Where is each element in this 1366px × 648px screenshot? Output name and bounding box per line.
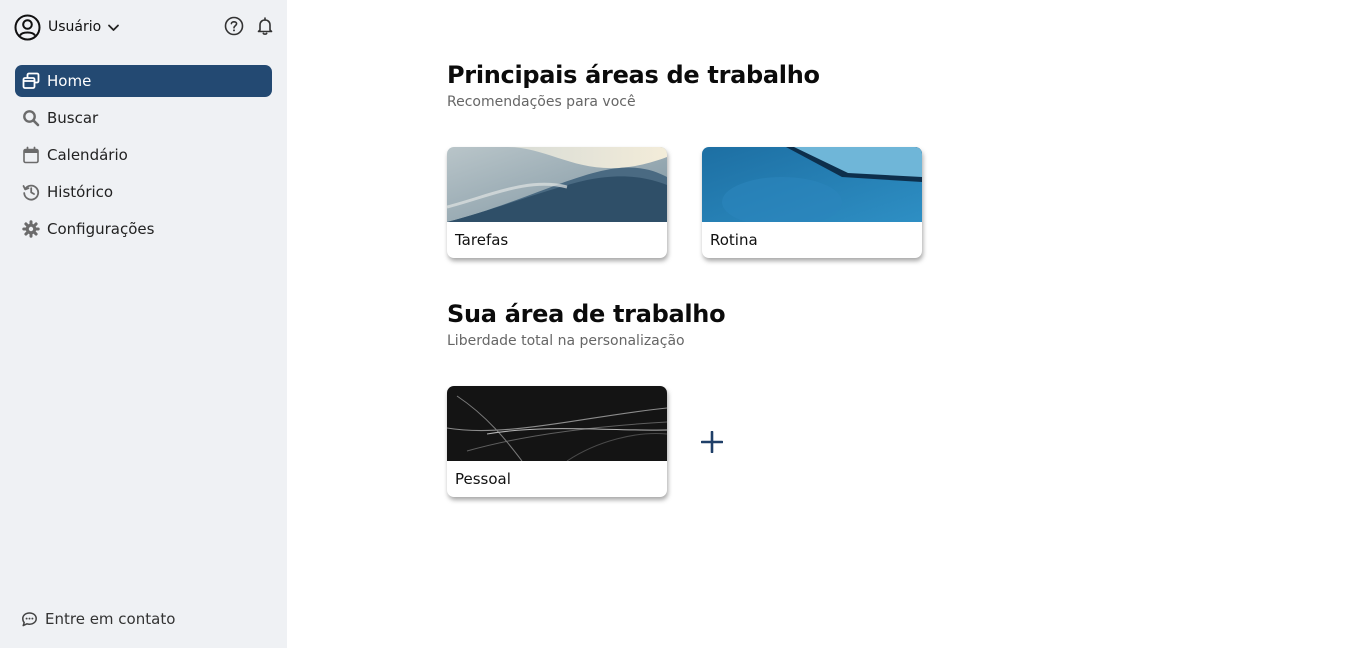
recommended-subtitle: Recomendações para você xyxy=(447,94,636,110)
sidebar-item-label: Home xyxy=(47,72,92,90)
contact-link[interactable]: Entre em contato xyxy=(21,610,175,628)
sidebar-item-buscar[interactable]: Buscar xyxy=(15,102,272,134)
plus-icon xyxy=(700,430,724,457)
workspace-card-label: Pessoal xyxy=(455,470,511,488)
workspace-card-tarefas[interactable]: Tarefas xyxy=(447,147,667,258)
history-icon xyxy=(21,182,41,202)
gear-icon xyxy=(21,219,41,239)
recommended-title: Principais áreas de trabalho xyxy=(447,61,820,89)
sidebar-item-label: Configurações xyxy=(47,220,155,238)
workspace-thumbnail xyxy=(447,147,667,222)
help-circle-icon[interactable] xyxy=(224,16,244,36)
sidebar: Usuário Home Buscar Calendário Histórico… xyxy=(0,0,287,648)
workspace-card-label: Tarefas xyxy=(455,231,509,249)
sidebar-item-label: Histórico xyxy=(47,183,114,201)
workspace-card-label: Rotina xyxy=(710,231,758,249)
add-workspace-button[interactable] xyxy=(699,430,725,458)
workspace-card-rotina[interactable]: Rotina xyxy=(702,147,922,258)
yours-title: Sua área de trabalho xyxy=(447,300,726,328)
workspace-card-pessoal[interactable]: Pessoal xyxy=(447,386,667,497)
workspace-thumbnail xyxy=(702,147,922,222)
user-menu[interactable]: Usuário xyxy=(14,13,120,41)
calendar-icon xyxy=(21,145,41,165)
windows-icon xyxy=(21,71,41,91)
workspace-thumbnail xyxy=(447,386,667,461)
user-circle-icon xyxy=(14,14,41,41)
user-name: Usuário xyxy=(48,19,102,35)
search-icon xyxy=(21,108,41,128)
main-content: Principais áreas de trabalho Recomendaçõ… xyxy=(287,0,1366,648)
bell-icon[interactable] xyxy=(255,16,275,36)
sidebar-item-historico[interactable]: Histórico xyxy=(15,176,272,208)
sidebar-item-calendario[interactable]: Calendário xyxy=(15,139,272,171)
sidebar-item-label: Calendário xyxy=(47,146,128,164)
yours-subtitle: Liberdade total na personalização xyxy=(447,333,685,349)
sidebar-nav: Home Buscar Calendário Histórico Configu… xyxy=(15,65,272,250)
chevron-down-icon xyxy=(107,21,120,34)
contact-label: Entre em contato xyxy=(45,610,176,628)
sidebar-item-home[interactable]: Home xyxy=(15,65,272,97)
header-actions xyxy=(224,16,275,36)
sidebar-item-label: Buscar xyxy=(47,109,99,127)
chat-bubble-icon xyxy=(21,611,38,628)
sidebar-item-configuracoes[interactable]: Configurações xyxy=(15,213,272,245)
